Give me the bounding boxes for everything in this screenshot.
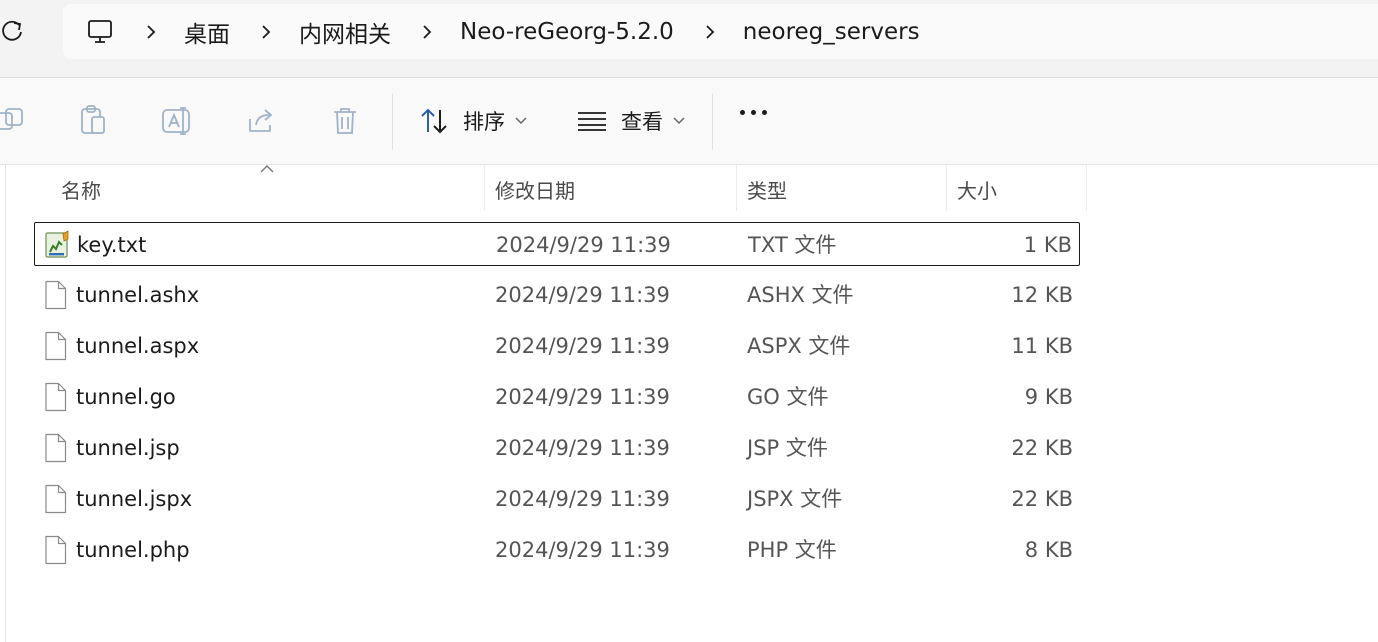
generic-file-icon	[43, 331, 69, 361]
breadcrumb-item-intranet[interactable]: 内网相关	[299, 15, 391, 49]
file-modified-date: 2024/9/29 11:39	[495, 334, 670, 358]
file-name: tunnel.ashx	[76, 283, 200, 307]
file-type: ASPX 文件	[747, 334, 851, 358]
generic-file-icon	[43, 535, 69, 565]
chevron-right-icon[interactable]	[699, 24, 721, 40]
share-icon[interactable]	[245, 105, 277, 137]
file-size: 11 KB	[1011, 334, 1073, 358]
generic-file-icon	[43, 280, 69, 310]
chevron-right-icon[interactable]	[416, 24, 438, 40]
file-name: tunnel.jspx	[76, 487, 193, 511]
file-name: tunnel.go	[76, 385, 176, 409]
chevron-down-icon	[673, 117, 685, 125]
file-size: 1 KB	[1023, 233, 1072, 257]
more-dot-icon	[751, 110, 756, 115]
file-row[interactable]: tunnel.aspx 2024/9/29 11:39 ASPX 文件 11 KB	[34, 324, 1080, 368]
file-size: 22 KB	[1011, 436, 1073, 460]
more-options-button[interactable]	[740, 110, 767, 115]
file-name: tunnel.aspx	[76, 334, 200, 358]
file-modified-date: 2024/9/29 11:39	[495, 385, 670, 409]
column-header-name[interactable]: 名称	[61, 165, 101, 213]
column-divider[interactable]	[736, 165, 737, 211]
column-divider[interactable]	[1086, 165, 1087, 211]
file-size: 9 KB	[1024, 385, 1073, 409]
column-divider[interactable]	[946, 165, 947, 211]
view-list-icon	[578, 112, 606, 131]
generic-file-icon	[43, 382, 69, 412]
more-dot-icon	[740, 110, 745, 115]
file-name: tunnel.jsp	[76, 436, 180, 460]
file-modified-date: 2024/9/29 11:39	[495, 436, 670, 460]
file-modified-date: 2024/9/29 11:39	[495, 283, 670, 307]
column-divider[interactable]	[484, 165, 485, 211]
pane-divider	[5, 165, 6, 642]
column-header-size[interactable]: 大小	[957, 165, 997, 213]
file-type: PHP 文件	[747, 538, 837, 562]
file-row[interactable]: key.txt 2024/9/29 11:39 TXT 文件 1 KB	[34, 222, 1080, 266]
chevron-right-icon[interactable]	[255, 24, 277, 40]
paste-icon[interactable]	[77, 105, 109, 137]
delete-icon[interactable]	[329, 105, 361, 137]
breadcrumb-item-desktop[interactable]: 桌面	[184, 15, 230, 49]
view-label: 查看	[621, 110, 663, 134]
address-bar[interactable]: 桌面 内网相关 Neo-reGeorg-5.2.0 neoreg_servers	[63, 4, 1378, 59]
file-modified-date: 2024/9/29 11:39	[495, 538, 670, 562]
chevron-down-icon	[515, 117, 527, 125]
file-row[interactable]: tunnel.jsp 2024/9/29 11:39 JSP 文件 22 KB	[34, 426, 1080, 470]
file-modified-date: 2024/9/29 11:39	[496, 233, 671, 257]
file-row[interactable]: tunnel.ashx 2024/9/29 11:39 ASHX 文件 12 KB	[34, 273, 1080, 317]
sort-label: 排序	[463, 110, 505, 134]
breadcrumb-item-neoregeorg[interactable]: Neo-reGeorg-5.2.0	[460, 19, 674, 45]
file-type: JSP 文件	[747, 436, 828, 460]
file-size: 12 KB	[1011, 283, 1073, 307]
file-name: tunnel.php	[76, 538, 190, 562]
sort-button[interactable]: 排序	[419, 98, 527, 144]
toolbar-divider	[712, 94, 713, 150]
column-header-modified[interactable]: 修改日期	[495, 165, 575, 213]
generic-file-icon	[43, 433, 69, 463]
file-modified-date: 2024/9/29 11:39	[495, 487, 670, 511]
file-size: 8 KB	[1024, 538, 1073, 562]
file-type: GO 文件	[747, 385, 829, 409]
file-size: 22 KB	[1011, 487, 1073, 511]
file-row[interactable]: tunnel.php 2024/9/29 11:39 PHP 文件 8 KB	[34, 528, 1080, 572]
file-type: ASHX 文件	[747, 283, 854, 307]
refresh-icon	[2, 20, 22, 41]
more-dot-icon	[762, 110, 767, 115]
text-file-icon	[44, 230, 70, 260]
breadcrumb: 桌面 内网相关 Neo-reGeorg-5.2.0 neoreg_servers	[115, 15, 920, 49]
column-header-row: 名称 修改日期 类型 大小	[0, 165, 1378, 213]
copy-icon[interactable]	[0, 105, 28, 137]
file-row[interactable]: tunnel.jspx 2024/9/29 11:39 JSPX 文件 22 KB	[34, 477, 1080, 521]
refresh-button[interactable]	[0, 16, 26, 46]
view-button[interactable]: 查看	[577, 98, 685, 144]
this-pc-icon[interactable]	[85, 17, 115, 47]
breadcrumb-item-neoreg-servers[interactable]: neoreg_servers	[743, 19, 920, 45]
file-name: key.txt	[77, 233, 147, 257]
command-bar	[0, 78, 1378, 165]
rename-icon[interactable]	[161, 105, 193, 137]
file-row[interactable]: tunnel.go 2024/9/29 11:39 GO 文件 9 KB	[34, 375, 1080, 419]
file-type: JSPX 文件	[747, 487, 843, 511]
generic-file-icon	[43, 484, 69, 514]
toolbar-divider	[392, 94, 393, 150]
file-type: TXT 文件	[748, 233, 837, 257]
column-header-type[interactable]: 类型	[747, 165, 787, 213]
sort-icon	[421, 108, 447, 134]
chevron-right-icon[interactable]	[140, 24, 162, 40]
